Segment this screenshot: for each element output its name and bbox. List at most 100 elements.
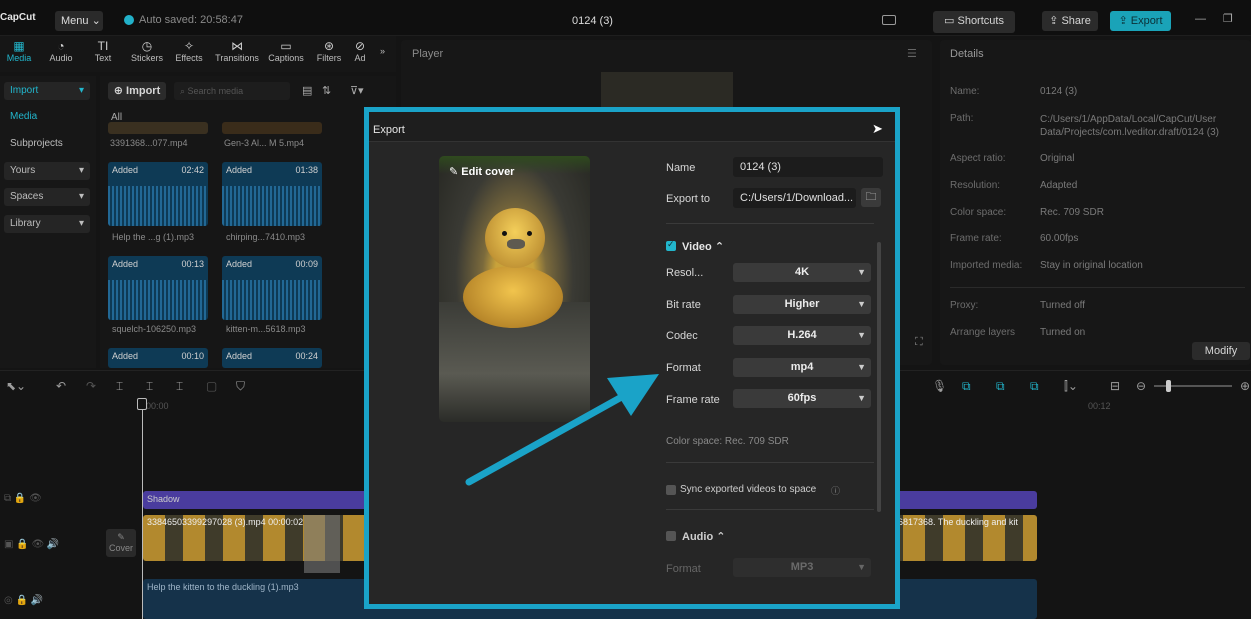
tool-transitions[interactable]: ⋈ Transitions [212, 39, 262, 63]
media-name: Help the ...g (1).mp3 [112, 232, 195, 242]
player-menu-icon[interactable]: ☰ [907, 47, 917, 60]
menu-button[interactable]: Menu ⌄ [55, 11, 103, 31]
text-icon: TI [97, 39, 109, 53]
redo-icon[interactable]: ↷ [86, 379, 96, 393]
autosave-status: Auto saved: 20:58:47 [139, 14, 243, 26]
split-left-icon[interactable]: ⌶ [146, 379, 153, 394]
media-thumb[interactable]: Added 00:09 [222, 256, 322, 320]
zoom-in-icon[interactable]: ⊕ [1240, 379, 1250, 393]
layout-icon[interactable] [882, 15, 896, 25]
tool-media[interactable]: ▦ Media [4, 39, 34, 63]
player-title: Player [412, 48, 444, 60]
more-tools-icon[interactable]: » [380, 46, 385, 56]
video-track-controls[interactable]: ▣ 🔒 👁 🔊 [4, 539, 59, 550]
fullscreen-icon[interactable]: ⛶ [915, 336, 923, 349]
sidebar-item-yours[interactable]: Yours ▾ [4, 162, 90, 180]
microphone-icon[interactable]: 🎙 [932, 379, 947, 393]
transition-marker[interactable] [304, 515, 340, 573]
minimize-icon[interactable]: — [1195, 14, 1206, 25]
captions-icon: ▭ [280, 39, 292, 53]
tool-adjust[interactable]: ⊘ Ad [352, 39, 368, 63]
detail-key: Arrange layers [950, 327, 1016, 338]
detail-value: Rec. 709 SDR [1040, 207, 1104, 218]
media-name: squelch-106250.mp3 [112, 324, 197, 334]
magnet-icon[interactable]: ⧉ [996, 379, 1005, 394]
media-panel: ⊕ Import ⌕ Search media ▤ ⇅ ⊽▾ All 33913… [100, 76, 396, 368]
autosave-icon [124, 15, 134, 25]
sort-icon[interactable]: ⇅ [322, 84, 331, 97]
sidebar-item-spaces[interactable]: Spaces ▾ [4, 188, 90, 206]
annotation-arrow [465, 374, 659, 486]
detail-key: Resolution: [950, 180, 1001, 191]
list-view-icon[interactable]: ▤ [302, 84, 312, 97]
detail-value: Original [1040, 153, 1075, 164]
modify-button[interactable]: Modify [1192, 342, 1250, 360]
cover-button[interactable]: ✎ Cover [106, 529, 136, 557]
delete-icon[interactable]: ▢ [206, 379, 217, 393]
search-icon: ⌕ [180, 86, 188, 96]
playhead-handle[interactable] [137, 398, 147, 410]
detail-value: Adapted [1040, 180, 1078, 191]
detail-value: 60.00fps [1040, 233, 1079, 244]
video-clip-label: 3384650339929702​8 (3).mp4 00:00:02 [147, 517, 304, 527]
zoom-handle[interactable] [1166, 380, 1171, 392]
search-input[interactable]: ⌕ Search media [174, 82, 290, 100]
tool-effects[interactable]: ✧ Effects [172, 39, 206, 63]
title-bar: CapCut Menu ⌄ Auto saved: 20:58:47 0124 … [0, 0, 1251, 36]
duration: 00:13 [181, 259, 204, 269]
shortcuts-button[interactable]: ▭ Shortcuts [933, 11, 1015, 33]
filters-icon: ⊛ [323, 39, 335, 53]
select-tool-icon[interactable]: ⬉⌄ [6, 379, 26, 393]
audio-track-controls[interactable]: ◎ 🔒 🔊 [4, 595, 43, 606]
tool-filters[interactable]: ⊛ Filters [313, 39, 345, 63]
detail-key: Path: [950, 113, 974, 124]
detail-value: Turned off [1040, 300, 1086, 311]
tool-stickers[interactable]: ◷ Stickers [128, 39, 166, 63]
added-badge: Added [112, 351, 139, 361]
media-thumb[interactable] [108, 122, 208, 134]
arrow-shaft [465, 390, 631, 486]
added-badge: Added [112, 165, 139, 175]
media-thumb[interactable] [222, 122, 322, 134]
filter-icon[interactable]: ⊽▾ [350, 84, 364, 97]
split-icon[interactable]: ⌶ [116, 379, 123, 394]
time-end: 00:12 [1088, 401, 1111, 411]
sidebar-item-library[interactable]: Library ▾ [4, 215, 90, 233]
tool-audio[interactable]: ◔ Audio [44, 39, 78, 63]
tool-captions[interactable]: ▭ Captions [266, 39, 306, 63]
track-controls[interactable]: ⧉ 🔒 👁 [4, 493, 42, 504]
zoom-out-icon[interactable]: ⊖ [1136, 379, 1146, 393]
duration: 00:10 [181, 351, 204, 361]
share-button[interactable]: ⇪ Share [1042, 11, 1098, 31]
import-button[interactable]: ⊕ Import [108, 82, 166, 100]
duration: 00:09 [295, 259, 318, 269]
export-button[interactable]: ⇪ Export [1110, 11, 1171, 31]
detail-value: Stay in original location [1040, 260, 1143, 271]
detail-key: Name: [950, 86, 980, 97]
media-thumb[interactable]: Added 00:10 [108, 348, 208, 368]
time-start: 00:00 [146, 401, 169, 411]
details-title: Details [950, 48, 984, 60]
media-name: kitten-m...5618.mp3 [226, 324, 306, 334]
media-thumb[interactable]: Added 01:38 [222, 162, 322, 226]
sidebar-item-media[interactable]: Media [4, 108, 90, 126]
shield-icon[interactable]: ⛉ [236, 379, 245, 394]
snap-icon[interactable]: ⧉ [1030, 379, 1039, 394]
duration: 02:42 [181, 165, 204, 175]
tool-text[interactable]: TI Text [88, 39, 118, 63]
detail-value: Turned on [1040, 327, 1086, 338]
sidebar-item-subprojects[interactable]: Subprojects [4, 135, 90, 153]
detail-key: Frame rate: [950, 233, 1002, 244]
media-thumb[interactable]: Added 00:24 [222, 348, 322, 368]
media-thumb[interactable]: Added 00:13 [108, 256, 208, 320]
sidebar-item-import[interactable]: Import ▾ [4, 82, 90, 100]
added-badge: Added [112, 259, 139, 269]
restore-icon[interactable]: ❐ [1223, 14, 1233, 25]
adjust-icon: ⊘ [354, 39, 366, 53]
caption-icon[interactable]: ⊟ [1110, 379, 1120, 393]
split-view-icon[interactable]: ⫿⌄ [1064, 379, 1078, 394]
link-icon[interactable]: ⧉ [962, 379, 971, 394]
media-thumb[interactable]: Added 02:42 [108, 162, 208, 226]
split-right-icon[interactable]: ⌶ [176, 379, 183, 394]
undo-icon[interactable]: ↶ [56, 379, 66, 393]
